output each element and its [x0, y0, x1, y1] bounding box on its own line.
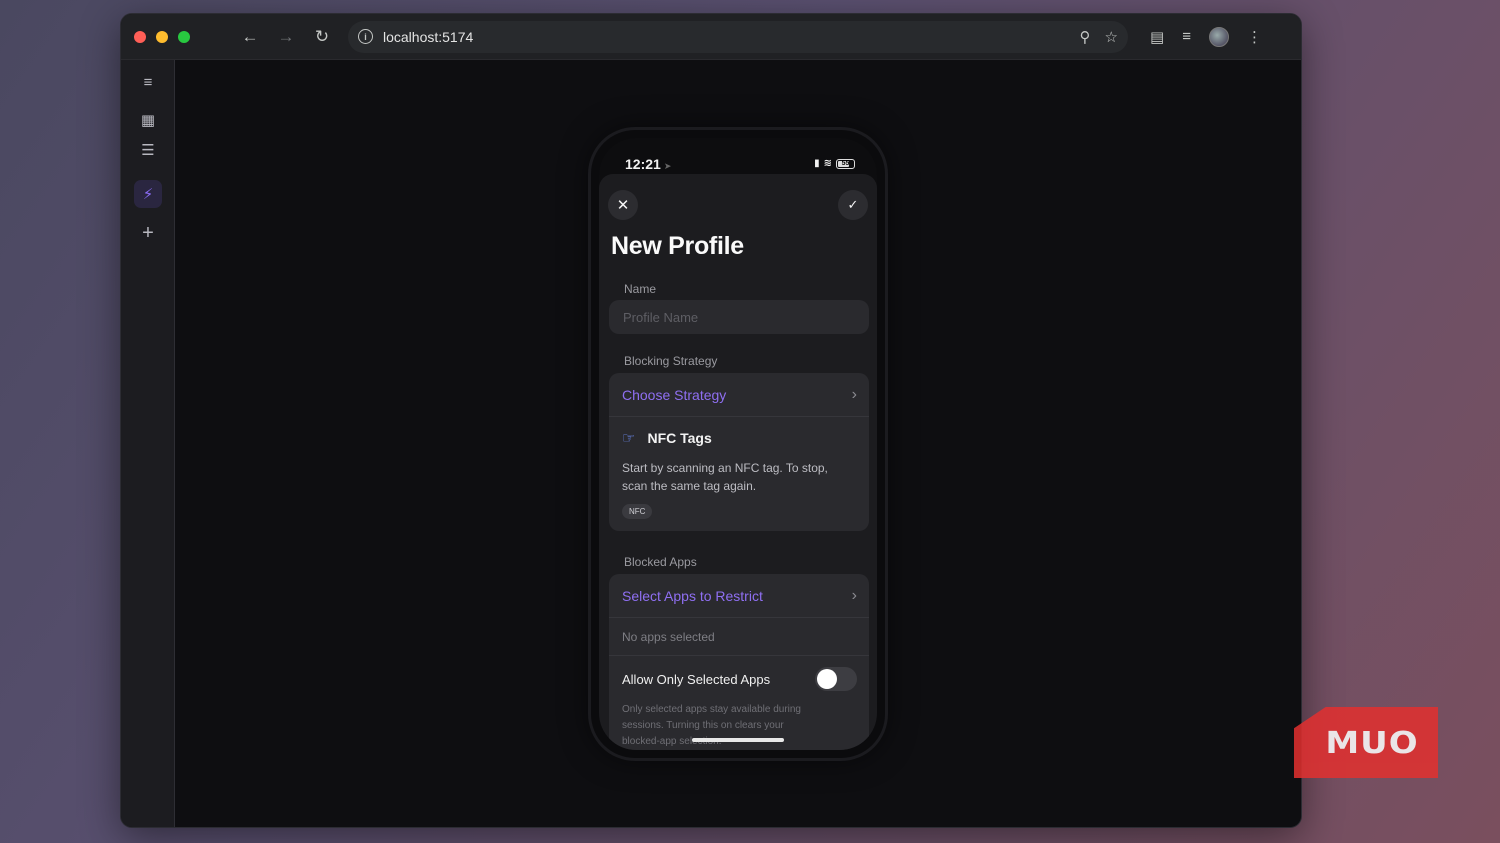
- apps-grid-icon[interactable]: ▦: [134, 106, 162, 134]
- allow-only-selected-description: Only selected apps stay available during…: [622, 704, 801, 747]
- url-text[interactable]: localhost:5174: [383, 29, 1080, 45]
- reload-icon: ↻: [314, 26, 330, 46]
- battery-icon: 55: [836, 158, 855, 169]
- address-bar[interactable]: i localhost:5174 ⚲ ☆: [348, 20, 1128, 53]
- wifi-icon: ≋: [823, 158, 832, 169]
- toolbar-actions: ▤ ≡ ⋮: [1150, 26, 1262, 47]
- chevron-right-icon: ›: [851, 586, 857, 604]
- name-section-label: Name: [624, 282, 657, 296]
- select-apps-button[interactable]: Select Apps to Restrict ›: [609, 574, 869, 618]
- status-time: 12:21 ➤: [625, 156, 672, 172]
- info-icon[interactable]: i: [358, 29, 373, 44]
- chevron-right-icon: ›: [851, 385, 857, 403]
- navigation-buttons: ← → ↻: [236, 23, 336, 51]
- blocked-apps-section-label: Blocked Apps: [624, 555, 697, 569]
- close-icon: ✕: [616, 197, 630, 214]
- strategy-description: Start by scanning an NFC tag. To stop, s…: [622, 461, 828, 493]
- blocked-apps-card: Select Apps to Restrict › No apps select…: [609, 574, 869, 750]
- browser-toolbar: ← → ↻ i localhost:5174 ⚲ ☆ ▤ ≡ ⋮: [121, 14, 1301, 60]
- watermark-logo: MUO: [1294, 707, 1438, 778]
- strategy-section-label: Blocking Strategy: [624, 354, 718, 368]
- no-apps-text: No apps selected: [609, 618, 869, 656]
- close-button[interactable]: ✕: [608, 190, 638, 220]
- sidebar: ≡ ▦ ☰ ⚡ +: [121, 60, 175, 827]
- profile-avatar[interactable]: [1208, 26, 1229, 47]
- nfc-icon: ☞: [622, 430, 636, 447]
- watermark-text: MUO: [1325, 724, 1419, 761]
- signal-icon: ▮: [814, 158, 820, 169]
- back-button[interactable]: ←: [236, 23, 264, 51]
- strategy-chip: NFC: [622, 504, 653, 519]
- strategy-title: NFC Tags: [647, 430, 712, 446]
- media-queue-icon[interactable]: ≡: [1182, 28, 1191, 45]
- home-indicator[interactable]: [692, 738, 784, 742]
- phone-frame: 12:21 ➤ ▮ ≋ 55 ✕ ✓ New Profile Name Profi…: [591, 130, 885, 758]
- add-icon[interactable]: +: [134, 219, 162, 247]
- kebab-menu-icon[interactable]: ⋮: [1247, 28, 1262, 46]
- status-bar: 12:21 ➤ ▮ ≋ 55: [599, 138, 877, 176]
- zoom-icon[interactable]: ⚲: [1080, 28, 1091, 46]
- allow-only-selected-toggle[interactable]: [815, 667, 857, 691]
- phone-screen: 12:21 ➤ ▮ ≋ 55 ✕ ✓ New Profile Name Profi…: [599, 138, 877, 750]
- new-profile-sheet: ✕ ✓ New Profile Name Profile Name Blocki…: [599, 174, 877, 750]
- star-icon[interactable]: ☆: [1105, 28, 1118, 46]
- status-indicators: ▮ ≋ 55: [814, 158, 855, 169]
- close-window-button[interactable]: [134, 30, 146, 43]
- location-icon: ➤: [663, 161, 672, 171]
- selected-strategy: ☞ NFC Tags Start by scanning an NFC tag.…: [609, 417, 869, 531]
- arrow-left-icon: ←: [241, 26, 259, 46]
- reload-button[interactable]: ↻: [308, 23, 336, 51]
- search-list-icon[interactable]: ☰: [134, 136, 162, 164]
- maximize-window-button[interactable]: [178, 30, 190, 43]
- window-controls: [134, 30, 190, 43]
- forward-button[interactable]: →: [272, 23, 300, 51]
- toggle-knob: [817, 669, 837, 689]
- minimize-window-button[interactable]: [156, 30, 168, 43]
- sidebar-toggle-icon[interactable]: ≡: [134, 68, 162, 96]
- strategy-card: Choose Strategy › ☞ NFC Tags Start by sc…: [609, 373, 869, 531]
- arrow-right-icon: →: [277, 26, 295, 46]
- page-title: New Profile: [611, 232, 744, 260]
- app-logo-icon[interactable]: ⚡: [134, 180, 162, 208]
- checkmark-icon: ✓: [847, 197, 859, 212]
- allow-only-selected-row: Allow Only Selected Apps: [609, 656, 869, 702]
- puzzle-icon[interactable]: ▤: [1150, 28, 1164, 46]
- profile-name-input[interactable]: Profile Name: [609, 300, 869, 334]
- choose-strategy-label: Choose Strategy: [622, 386, 727, 403]
- select-apps-label: Select Apps to Restrict: [622, 587, 763, 604]
- choose-strategy-button[interactable]: Choose Strategy ›: [609, 373, 869, 417]
- allow-only-selected-label: Allow Only Selected Apps: [622, 671, 771, 687]
- confirm-button[interactable]: ✓: [838, 190, 868, 220]
- name-card: Profile Name: [609, 300, 869, 334]
